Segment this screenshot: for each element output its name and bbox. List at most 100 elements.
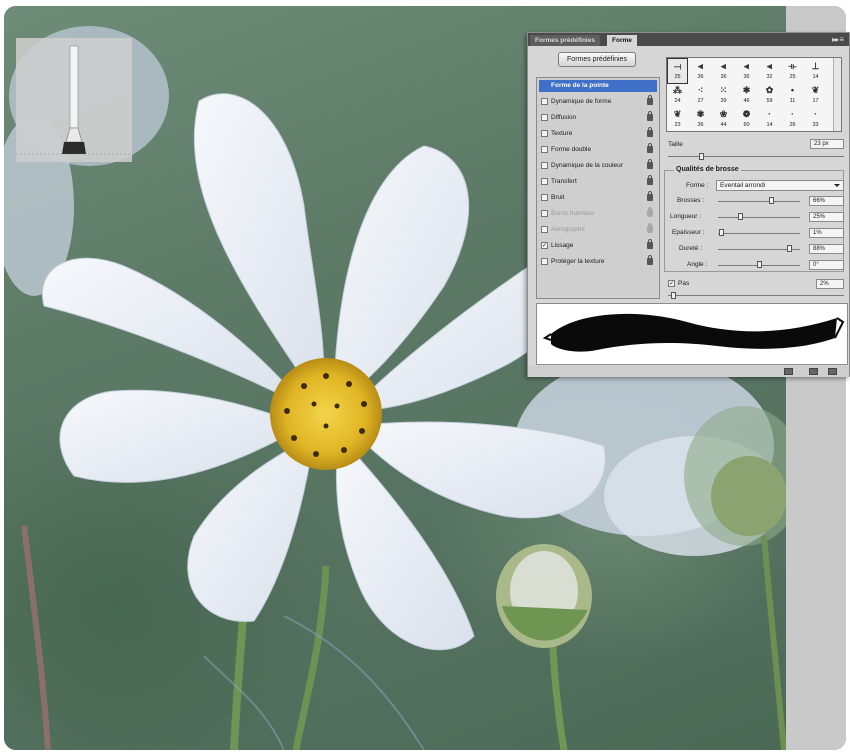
option-checkbox[interactable] [541,146,548,153]
option-checkbox[interactable] [541,114,548,121]
preset-cell[interactable]: ⁙ 39 [714,83,733,107]
size-slider-thumb[interactable] [699,153,704,160]
preset-cell[interactable]: ❁ 60 [737,107,756,131]
lock-icon[interactable] [647,127,653,137]
brush-tip-icon: ⫷ [766,61,773,71]
option-brush-tip-shape[interactable]: Forme de la pointe [539,80,657,92]
option-checkbox[interactable] [541,130,548,137]
bristles-slider-track[interactable] [718,201,800,202]
lock-icon[interactable] [647,191,653,201]
chevron-down-icon [834,184,840,187]
lock-icon[interactable] [647,143,653,153]
length-slider-thumb[interactable] [737,213,743,220]
option-label: Aérographe [551,226,585,233]
preset-cell[interactable]: ✾ 36 [691,107,710,131]
lock-icon[interactable] [647,239,653,249]
brush-qualities-title: Qualités de brosse [674,166,741,173]
preset-cell[interactable]: ❦ 17 [806,83,825,107]
brush-tip-icon: ⁂ [673,85,682,95]
panel-menu-icon[interactable]: ▸▸ ≡ [832,34,844,45]
lock-icon[interactable] [647,111,653,121]
spacing-slider-track[interactable] [668,295,844,296]
new-preset-icon[interactable] [828,368,837,375]
brush-tip-icon: ⫷ [720,61,727,71]
length-field[interactable]: 25% [809,212,844,222]
preset-cell[interactable]: · 26 [783,107,802,131]
brush-tip-icon: ✱ [742,85,751,95]
option-protect-texture[interactable]: Protéger la texture [539,255,657,268]
tab-brush[interactable]: Forme [607,35,637,46]
hardness-field[interactable]: 88% [809,244,844,254]
lock-icon[interactable] [647,175,653,185]
lock-icon[interactable] [647,223,653,233]
preset-cell[interactable]: ✱ 46 [737,83,756,107]
option-checkbox[interactable] [541,226,548,233]
preset-cell[interactable]: ⁂ 24 [668,83,687,107]
option-dual-brush[interactable]: Forme double [539,143,657,156]
lock-icon[interactable] [647,207,653,217]
spacing-slider-thumb[interactable] [671,292,677,299]
preset-cell[interactable]: ✿ 59 [760,83,779,107]
option-shape-dynamics[interactable]: Dynamique de forme [539,95,657,108]
bristles-field[interactable]: 66% [809,196,844,206]
preset-cell[interactable]: ❦ 23 [668,107,687,131]
grid-icon[interactable] [809,368,818,375]
spacing-field[interactable]: 2% [816,279,844,289]
preset-cell[interactable]: · 14 [760,107,779,131]
thickness-field[interactable]: 1% [809,228,844,238]
preset-cell[interactable]: ⫷ 36 [691,59,710,83]
bristles-slider-thumb[interactable] [769,197,775,204]
preset-cell[interactable]: ⫷ 32 [760,59,779,83]
tab-presets[interactable]: Formes prédéfinies [530,35,600,46]
preset-cell[interactable]: ⫷ 36 [714,59,733,83]
option-checkbox[interactable] [541,162,548,169]
option-label: Diffusion [551,114,577,121]
brush-presets-button[interactable]: Formes prédéfinies [558,52,636,67]
preset-grid-scrollbar[interactable] [833,58,841,131]
spacing-label: Pas [678,280,690,287]
size-slider-track[interactable] [668,156,844,157]
brush-tip-icon: · [791,109,794,119]
preset-cell[interactable]: ⁖ 27 [691,83,710,107]
thickness-slider-thumb[interactable] [718,229,724,236]
thickness-slider-track[interactable] [718,233,800,234]
option-noise[interactable]: Bruit [539,191,657,204]
brush-tip-icon: ❀ [719,109,728,119]
option-wet-edges[interactable]: Bords humides [539,207,657,220]
option-checkbox[interactable] [541,210,548,217]
preset-cell[interactable]: ⫷ 36 [737,59,756,83]
preset-cell[interactable]: · 33 [806,107,825,131]
lock-icon[interactable] [647,255,653,265]
length-label: Longueur : [670,213,702,220]
option-checkbox-checked[interactable]: ✓ [541,242,548,249]
angle-field[interactable]: 0° [809,260,844,270]
option-texture[interactable]: Texture [539,127,657,140]
preset-cell[interactable]: • 11 [783,83,802,107]
lock-icon[interactable] [647,159,653,169]
option-airbrush[interactable]: Aérographe [539,223,657,236]
preset-cell[interactable]: ⊥ 14 [806,59,825,83]
brush-shape-select[interactable]: Eventail arrondi [716,180,844,191]
option-checkbox[interactable] [541,98,548,105]
angle-slider-thumb[interactable] [757,261,762,268]
brush-brush-tool-icon[interactable] [784,368,793,375]
brush-tip-icon: ⫷ [697,61,704,71]
spacing-toggle[interactable]: ✓ Pas [666,278,726,290]
option-checkbox[interactable] [541,194,548,201]
lock-icon[interactable] [647,95,653,105]
angle-label: Angle : [687,261,708,268]
option-checkbox[interactable] [541,178,548,185]
brush-tip-icon: ❦ [673,109,682,119]
option-smoothing[interactable]: ✓ Lissage [539,239,657,252]
length-slider-track[interactable] [718,217,800,218]
preset-cell[interactable]: ❀ 44 [714,107,733,131]
preset-cell[interactable]: ⟛ 25 [783,59,802,83]
option-checkbox[interactable] [541,258,548,265]
option-scattering[interactable]: Diffusion [539,111,657,124]
option-color-dynamics[interactable]: Dynamique de la couleur [539,159,657,172]
hardness-slider-thumb[interactable] [786,245,792,252]
option-transfer[interactable]: Transfert [539,175,657,188]
preset-cell[interactable]: ⟞ 25 [667,58,688,84]
size-field[interactable]: 23 px [810,139,844,149]
spacing-checkbox-checked[interactable]: ✓ [668,280,675,287]
